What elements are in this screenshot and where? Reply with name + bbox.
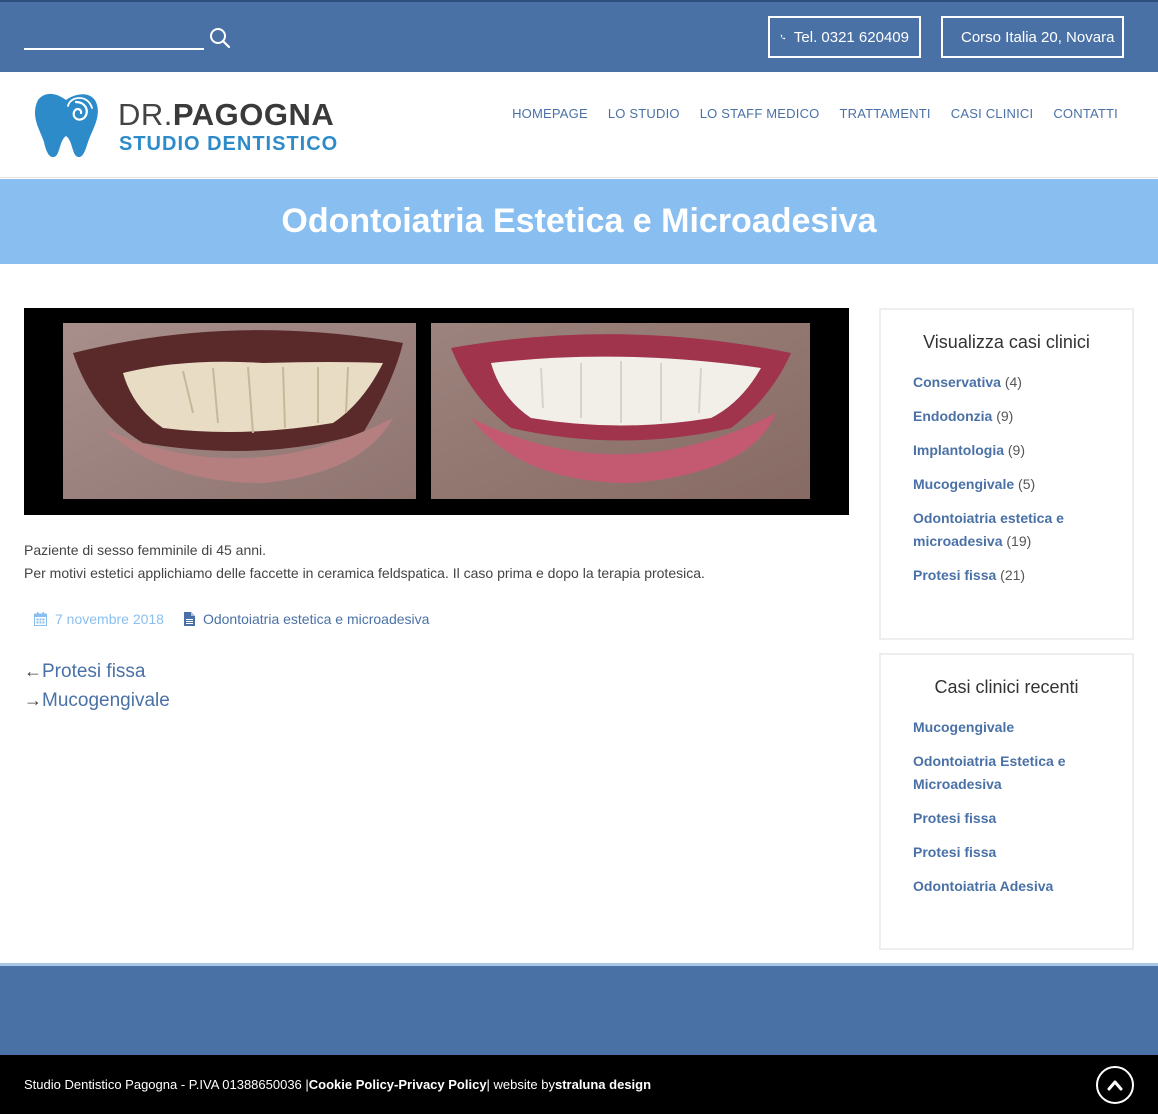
footer-top [0,963,1158,1055]
page-title: Odontoiatria Estetica e Microadesiva [281,202,877,240]
recent-case-item: Odontoiatria Estetica e Microadesiva [913,750,1112,796]
prev-post: ←Protesi fissa [24,657,849,686]
category-link-protesi-fissa[interactable]: Protesi fissa [913,567,996,583]
post-meta: 7 novembre 2018 Odontoiatria estetica e … [24,611,849,627]
post-date: 7 novembre 2018 [34,611,164,627]
logo-subtitle: STUDIO DENTISTICO [119,133,339,155]
recent-case-link[interactable]: Odontoiatria Estetica e Microadesiva [913,753,1065,792]
nav-homepage[interactable]: HOMEPAGE [512,106,588,121]
category-link-conservativa[interactable]: Conservativa [913,374,1001,390]
nav-lo-studio[interactable]: LO STUDIO [608,106,680,121]
category-link-odontoiatria-estetica[interactable]: Odontoiatria estetica e microadesiva [913,510,1064,549]
nav-casi-clinici[interactable]: CASI CLINICI [951,106,1034,121]
site-logo[interactable]: DR.PAGOGNA STUDIO DENTISTICO [28,90,337,162]
prev-post-link[interactable]: Protesi fissa [42,661,145,682]
footer-bottom: Studio Dentistico Pagogna - P.IVA 013886… [0,1055,1158,1114]
category-link-mucogengivale[interactable]: Mucogengivale [913,476,1014,492]
recent-case-item: Odontoiatria Adesiva [913,875,1112,898]
document-icon [183,612,195,626]
post-description-line-2: Per motivi estetici applichiamo delle fa… [24,565,705,581]
recent-case-item: Protesi fissa [913,807,1112,830]
recent-case-link[interactable]: Protesi fissa [913,844,996,860]
next-post-link[interactable]: Mucogengivale [42,690,170,711]
recent-cases-list: Mucogengivale Odontoiatria Estetica e Mi… [913,716,1112,898]
search-button[interactable] [208,26,232,50]
category-item: Odontoiatria estetica e microadesiva (19… [913,507,1112,553]
post-date-text: 7 novembre 2018 [55,611,164,627]
recent-cases-widget-title: Casi clinici recenti [934,677,1079,697]
privacy-policy-link[interactable]: Privacy Policy [398,1077,486,1092]
smile-before-image [63,323,416,499]
before-after-photo [24,308,849,515]
recent-cases-widget: Casi clinici recenti Mucogengivale Odont… [879,653,1134,950]
tooth-logo-icon [34,93,98,158]
footer-company: Studio Dentistico Pagogna - P.IVA 013886… [24,1077,309,1092]
category-count: (19) [1006,533,1032,549]
category-count: (9) [996,408,1014,424]
logo-name: DR.PAGOGNA [118,97,335,132]
post-category-text: Odontoiatria estetica e microadesiva [202,611,430,627]
scroll-to-top-button[interactable] [1096,1066,1134,1104]
category-item: Protesi fissa (21) [913,564,1112,587]
smile-after-image [431,323,810,499]
categories-list: Conservativa (4) Endodonzia (9) Implanto… [913,371,1112,587]
phone-link[interactable]: Tel. 0321 620409 [768,16,921,58]
search-input[interactable] [24,26,204,50]
category-item: Conservativa (4) [913,371,1112,394]
phone-icon [780,34,786,40]
categories-widget-title: Visualizza casi clinici [923,332,1090,352]
footer-website-by: | website by [486,1077,555,1092]
post-description: Paziente di sesso femminile di 45 anni. … [24,539,849,585]
recent-case-item: Mucogengivale [913,716,1112,739]
post-navigation: ←Protesi fissa →Mucogengivale [24,657,849,715]
arrow-left-icon: ← [24,661,42,681]
post-description-line-1: Paziente di sesso femminile di 45 anni. [24,542,267,558]
chevron-up-icon [1107,1080,1123,1091]
post-content: Paziente di sesso femminile di 45 anni. … [24,308,849,715]
address-link[interactable]: Corso Italia 20, Novara [941,16,1124,58]
category-item: Implantologia (9) [913,439,1112,462]
search-form [24,26,234,52]
category-item: Endodonzia (9) [913,405,1112,428]
recent-case-link[interactable]: Mucogengivale [913,719,1014,735]
category-item: Mucogengivale (5) [913,473,1112,496]
recent-case-item: Protesi fissa [913,841,1112,864]
category-link-endodonzia[interactable]: Endodonzia [913,408,992,424]
nav-trattamenti[interactable]: TRATTAMENTI [839,106,930,121]
calendar-icon [34,612,47,626]
category-count: (5) [1018,476,1036,492]
recent-case-link[interactable]: Odontoiatria Adesiva [913,878,1053,894]
search-icon [210,28,231,49]
arrow-right-icon: → [24,690,42,710]
categories-widget: Visualizza casi clinici Conservativa (4)… [879,308,1134,640]
site-header: DR.PAGOGNA STUDIO DENTISTICO HOMEPAGE LO… [0,72,1158,178]
post-category-link[interactable]: Odontoiatria estetica e microadesiva [183,611,430,627]
next-post: →Mucogengivale [24,686,849,715]
main-nav: HOMEPAGE LO STUDIO LO STAFF MEDICO TRATT… [512,106,1118,121]
designer-link[interactable]: straluna design [555,1077,651,1092]
top-bar: Tel. 0321 620409 Corso Italia 20, Novara [0,0,1158,72]
address-text: Corso Italia 20, Novara [961,28,1115,46]
category-count: (21) [1000,567,1026,583]
category-count: (9) [1007,442,1026,458]
category-count: (4) [1004,374,1022,390]
cookie-policy-link[interactable]: Cookie Policy [309,1077,394,1092]
recent-case-link[interactable]: Protesi fissa [913,810,996,826]
nav-contatti[interactable]: CONTATTI [1053,106,1118,121]
phone-text: Tel. 0321 620409 [793,28,909,46]
page-title-band: Odontoiatria Estetica e Microadesiva [0,179,1158,264]
category-link-implantologia[interactable]: Implantologia [913,442,1004,458]
nav-lo-staff-medico[interactable]: LO STAFF MEDICO [700,106,820,121]
